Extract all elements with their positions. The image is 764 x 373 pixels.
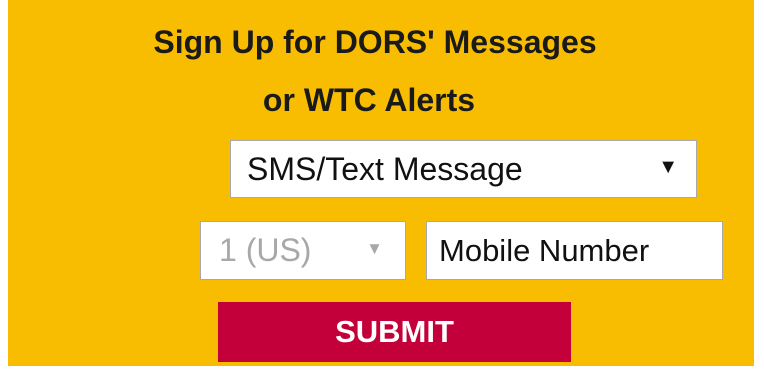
country-code-select[interactable]: 1 (US) ▼ xyxy=(200,221,406,280)
submit-button[interactable]: SUBMIT xyxy=(218,302,571,362)
triangle-down-icon: ▼ xyxy=(658,156,678,178)
contact-type-value: SMS/Text Message xyxy=(247,150,523,187)
signup-title-line1: Sign Up for DORS' Messages xyxy=(153,24,597,60)
contact-type-select[interactable]: SMS/Text Message ▼ xyxy=(230,140,697,198)
signup-panel: Sign Up for DORS' Messages or WTC Alerts… xyxy=(8,0,754,366)
triangle-down-icon: ▼ xyxy=(366,239,383,258)
country-code-value: 1 (US) xyxy=(219,232,312,268)
mobile-number-input[interactable] xyxy=(426,221,723,280)
signup-title-line2: or WTC Alerts xyxy=(262,82,476,118)
